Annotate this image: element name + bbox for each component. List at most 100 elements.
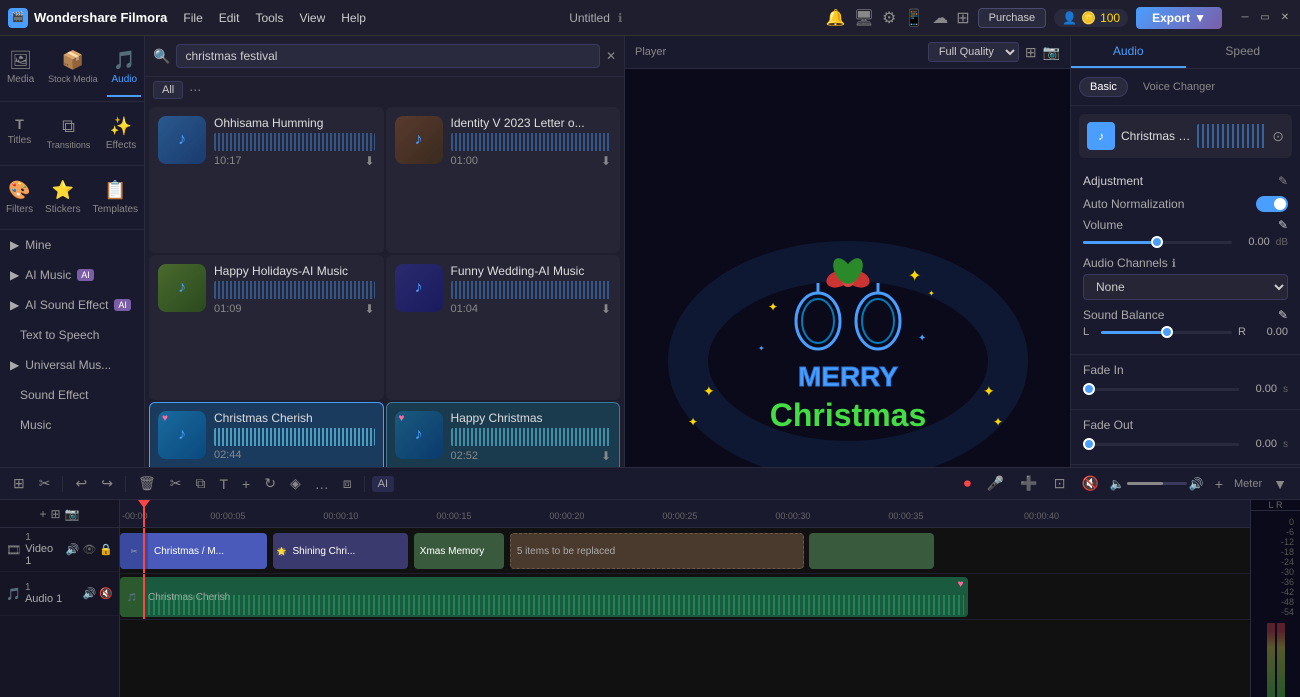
add-btn[interactable]: + bbox=[237, 473, 255, 495]
layout-icon[interactable]: ⊞ bbox=[51, 507, 61, 521]
video1-lock[interactable]: 🔒 bbox=[99, 543, 113, 556]
menu-tools[interactable]: Tools bbox=[255, 11, 283, 25]
menu-file[interactable]: File bbox=[183, 11, 202, 25]
menu-view[interactable]: View bbox=[299, 11, 325, 25]
download-icon-2[interactable]: ⬇ bbox=[601, 154, 611, 168]
more-tl-btn[interactable]: … bbox=[310, 473, 334, 495]
timeline-ruler[interactable]: -00:00 00:00:05 00:00:10 00:00:15 00:00:… bbox=[120, 500, 1250, 528]
trim-btn[interactable]: ✂ bbox=[34, 472, 56, 495]
nav-audio[interactable]: 🎵 Audio bbox=[107, 40, 141, 97]
camera-icon[interactable]: 📷 bbox=[65, 507, 80, 521]
track-add-btn[interactable]: ➕ bbox=[1015, 472, 1042, 495]
menu-help[interactable]: Help bbox=[341, 11, 366, 25]
sidebar-category-ai-sound[interactable]: ▶ AI Sound Effect AI bbox=[0, 290, 144, 320]
zoom-in-btn[interactable]: + bbox=[1210, 473, 1228, 495]
audio1-mute[interactable]: 🔇 bbox=[99, 587, 113, 600]
clip-shining[interactable]: 🌟 Shining Chri... bbox=[273, 533, 409, 569]
copy-btn[interactable]: ⧉ bbox=[190, 472, 210, 495]
more-options-icon[interactable]: ⋯ bbox=[189, 83, 201, 97]
maximize-button[interactable]: ▭ bbox=[1258, 11, 1272, 25]
audio-item-1[interactable]: ♪ Ohhisama Humming 10:17 ⬇ bbox=[149, 107, 384, 253]
channels-info-icon[interactable]: ℹ bbox=[1172, 257, 1176, 270]
audio-item-3[interactable]: ♪ Happy Holidays-AI Music 01:09 ⬇ bbox=[149, 255, 384, 401]
tab-speed[interactable]: Speed bbox=[1186, 36, 1300, 68]
sidebar-category-sound-effect[interactable]: Sound Effect bbox=[0, 380, 144, 410]
subtab-basic[interactable]: Basic bbox=[1079, 77, 1128, 97]
nav-filters[interactable]: 🎨 Filters bbox=[2, 170, 37, 225]
nav-media[interactable]: 🖼 Media bbox=[3, 40, 38, 97]
nav-titles[interactable]: T Titles bbox=[4, 106, 36, 161]
track-settings-icon[interactable]: ⊙ bbox=[1272, 128, 1284, 145]
sidebar-category-tts[interactable]: Text to Speech bbox=[0, 320, 144, 350]
grid-icon[interactable]: ⊞ bbox=[956, 8, 969, 28]
layout-icon[interactable]: ⊞ bbox=[1025, 44, 1037, 61]
quality-select[interactable]: Full Quality Half Quality bbox=[928, 42, 1019, 62]
volume-slider[interactable] bbox=[1083, 241, 1232, 244]
channels-select[interactable]: None Stereo Mono Left Mono Right bbox=[1083, 274, 1288, 300]
audio-item-4[interactable]: ♪ Funny Wedding-AI Music 01:04 ⬇ bbox=[386, 255, 621, 401]
tab-audio[interactable]: Audio bbox=[1071, 36, 1186, 68]
add-track-icon[interactable]: + bbox=[39, 507, 46, 521]
download-icon-4[interactable]: ⬇ bbox=[601, 302, 611, 316]
meter-settings-btn[interactable]: ▼ bbox=[1268, 473, 1292, 495]
search-input[interactable] bbox=[176, 44, 600, 68]
notif-icon[interactable]: 🔔 bbox=[826, 8, 846, 28]
ai-tl-btn[interactable]: AI bbox=[372, 476, 394, 492]
undo-btn[interactable]: ↩ bbox=[70, 472, 92, 495]
text-tl-btn[interactable]: T bbox=[214, 473, 233, 495]
scene-btn[interactable]: ⊞ bbox=[8, 472, 30, 495]
purchase-button[interactable]: Purchase bbox=[978, 8, 1046, 28]
volume-edit-icon[interactable]: ✎ bbox=[1278, 218, 1288, 232]
record-btn[interactable]: ⏺ bbox=[959, 472, 976, 495]
filter-all-button[interactable]: All bbox=[153, 81, 183, 99]
sidebar-category-universal[interactable]: ▶ Universal Mus... bbox=[0, 350, 144, 380]
export-button[interactable]: Export ▼ bbox=[1136, 7, 1222, 29]
rotate-btn[interactable]: ↻ bbox=[259, 472, 281, 495]
clip-last[interactable] bbox=[809, 533, 933, 569]
video1-eye[interactable]: 👁 bbox=[82, 543, 96, 556]
nav-transitions[interactable]: ⧉ Transitions bbox=[43, 106, 95, 161]
fade-out-slider[interactable] bbox=[1083, 443, 1239, 446]
sidebar-category-ai-music[interactable]: ▶ AI Music AI bbox=[0, 260, 144, 290]
nav-stock[interactable]: 📦 Stock Media bbox=[44, 40, 102, 97]
balance-slider[interactable] bbox=[1101, 331, 1232, 334]
adjustment-edit-icon[interactable]: ✎ bbox=[1278, 174, 1288, 188]
close-button[interactable]: ✕ bbox=[1278, 11, 1292, 25]
redo-btn[interactable]: ↪ bbox=[96, 472, 118, 495]
nav-stickers[interactable]: ⭐ Stickers bbox=[41, 170, 85, 225]
nav-templates[interactable]: 📋 Templates bbox=[88, 170, 142, 225]
video1-volume[interactable]: 🔊 bbox=[66, 543, 80, 556]
subtitle-btn[interactable]: ⊡ bbox=[1049, 472, 1071, 495]
audio1-volume[interactable]: 🔊 bbox=[83, 587, 97, 600]
phone-icon[interactable]: 📱 bbox=[904, 8, 924, 28]
snap-btn[interactable]: 🔇 bbox=[1076, 472, 1103, 495]
monitor-icon[interactable]: 🖥 bbox=[854, 8, 874, 28]
cut-tl-btn[interactable]: ✂ bbox=[165, 472, 187, 495]
sidebar-category-mine[interactable]: ▶ Mine bbox=[0, 230, 144, 260]
minimize-button[interactable]: ─ bbox=[1238, 11, 1252, 25]
settings-icon[interactable]: ⚙ bbox=[882, 8, 896, 28]
download-icon-1[interactable]: ⬇ bbox=[364, 154, 374, 168]
menu-edit[interactable]: Edit bbox=[219, 11, 240, 25]
nav-effects[interactable]: ✨ Effects bbox=[102, 106, 140, 161]
delete-btn[interactable]: 🗑 bbox=[133, 472, 161, 495]
auto-norm-toggle[interactable] bbox=[1256, 196, 1288, 212]
subtab-voice-changer[interactable]: Voice Changer bbox=[1132, 77, 1226, 97]
sidebar-category-music[interactable]: Music bbox=[0, 410, 144, 440]
download-icon-3[interactable]: ⬇ bbox=[364, 302, 374, 316]
clip-placeholder[interactable]: 5 items to be replaced bbox=[510, 533, 804, 569]
download-icon-6[interactable]: ⬇ bbox=[601, 449, 611, 463]
transition-tl-btn[interactable]: ⧈ bbox=[338, 472, 357, 495]
voice-record-btn[interactable]: 🎤 bbox=[982, 472, 1009, 495]
balance-edit-icon[interactable]: ✎ bbox=[1278, 308, 1288, 322]
audio-search-bar: 🔍 ✕ bbox=[145, 36, 624, 77]
master-volume-slider[interactable] bbox=[1127, 482, 1187, 485]
cloud-icon[interactable]: ☁ bbox=[932, 8, 948, 28]
clip-audio-cherish[interactable]: 🎵 Christmas Cherish ♥ bbox=[120, 577, 968, 617]
clip-xmas[interactable]: Xmas Memory bbox=[414, 533, 504, 569]
snapshot-icon[interactable]: 📷 bbox=[1043, 44, 1060, 61]
marker-btn[interactable]: ◈ bbox=[285, 472, 306, 495]
clear-icon[interactable]: ✕ bbox=[606, 49, 616, 63]
fade-in-slider[interactable] bbox=[1083, 388, 1239, 391]
audio-item-2[interactable]: ♪ Identity V 2023 Letter o... 01:00 ⬇ bbox=[386, 107, 621, 253]
